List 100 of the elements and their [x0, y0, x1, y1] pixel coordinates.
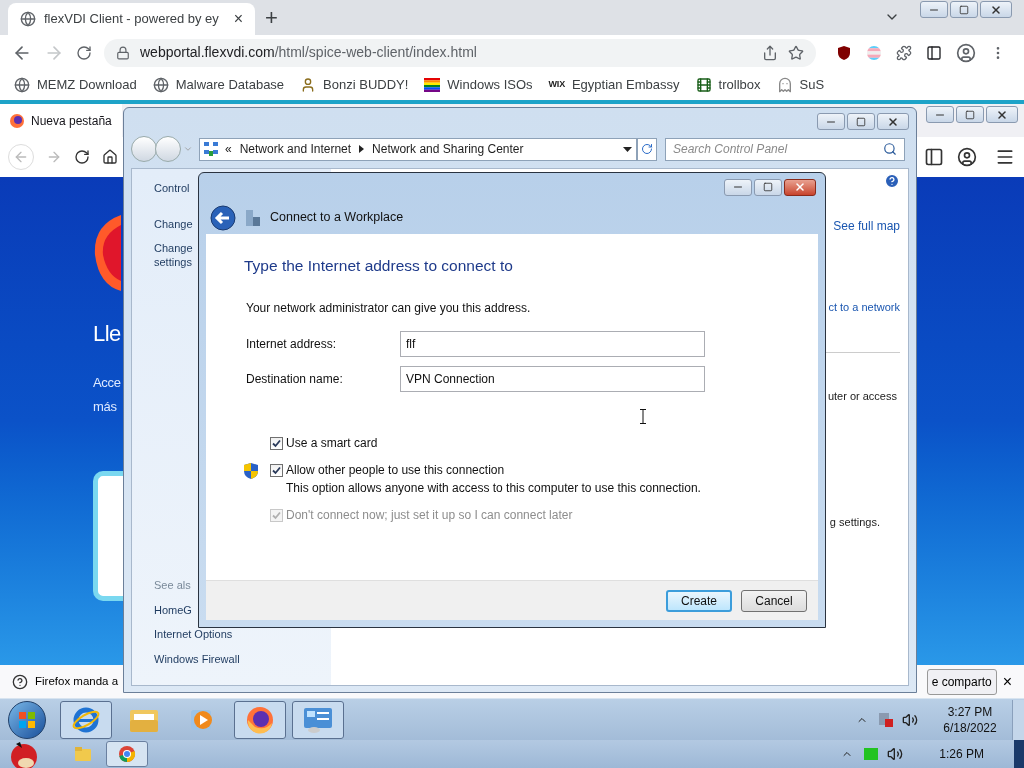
home-icon[interactable] [102, 149, 118, 165]
close-button[interactable] [980, 1, 1012, 18]
ghost-icon [776, 77, 793, 93]
sidebar-icon[interactable] [924, 147, 944, 167]
minimize-button[interactable] [926, 106, 954, 123]
start-button[interactable] [8, 700, 46, 739]
close-button[interactable] [986, 106, 1018, 123]
network-warning-icon[interactable] [878, 711, 894, 728]
bookmark[interactable]: MEMZ Download [14, 75, 137, 95]
maximize-button[interactable] [950, 1, 978, 18]
clock[interactable]: 1:26 PM [939, 745, 984, 763]
url-text: webportal.flexvdi.com/html/spice-web-client/index.html [140, 43, 478, 62]
minimize-button[interactable] [724, 178, 752, 196]
close-icon [887, 115, 899, 128]
browser-tab[interactable]: flexVDI Client - powered by ey × [8, 3, 255, 35]
address-bar[interactable]: « Network and Internet Network and Sharing Center [199, 137, 637, 161]
windows-logo-icon [18, 710, 36, 729]
menu-icon[interactable] [995, 147, 1015, 167]
bookmark[interactable]: Windows ISOs [424, 75, 533, 95]
close-button[interactable]: × [1002, 669, 1012, 694]
bookmark[interactable]: WIX Egyptian Embassy [548, 75, 680, 95]
taskbar-button[interactable] [292, 700, 344, 739]
globe-icon [20, 11, 36, 27]
minimize-button[interactable] [817, 113, 845, 130]
task-link[interactable]: Control [154, 181, 190, 195]
bookmark[interactable]: trollbox [695, 75, 761, 95]
help-icon[interactable] [884, 173, 900, 189]
dialog-button[interactable]: Create [666, 589, 732, 612]
reload-icon[interactable] [76, 44, 92, 61]
section-text: g settings. [829, 515, 880, 530]
globe-icon [14, 77, 30, 93]
text-cursor-icon [640, 409, 646, 424]
account-icon[interactable] [957, 147, 977, 167]
bookmark[interactable]: Malware Database [152, 75, 285, 95]
refresh-icon [641, 143, 653, 155]
dialog-button[interactable]: Cancel [741, 589, 807, 612]
checkbox[interactable] [270, 464, 283, 478]
volume-icon[interactable] [887, 746, 904, 762]
task-link[interactable]: Change [154, 217, 193, 231]
tab-close-button[interactable]: × [233, 7, 243, 31]
clock[interactable]: 3:27 PM 6/18/2022 [938, 703, 1002, 736]
option-label: Use a smart card [286, 436, 378, 452]
breadcrumb-item[interactable]: Network and Internet [237, 140, 354, 158]
input-field[interactable]: VPN Connection [400, 366, 705, 393]
page-heading: Lle [93, 323, 121, 345]
share-icon[interactable] [762, 44, 778, 61]
lock-icon [116, 45, 130, 60]
tab-title: flexVDI Client - powered by ey [44, 10, 220, 29]
close-icon [990, 3, 1002, 16]
maximize-button[interactable] [956, 106, 984, 123]
bookmark[interactable]: Bonzi BUDDY! [300, 75, 409, 95]
fox-logo-icon [93, 215, 121, 291]
taskbar-button[interactable] [106, 741, 148, 767]
dialog-title: Connect to a Workplace [270, 209, 404, 227]
shield-extension-icon[interactable] [836, 44, 852, 61]
maximize-button[interactable] [847, 113, 875, 130]
checkbox[interactable] [270, 437, 283, 451]
breadcrumb-overflow[interactable]: « [225, 140, 232, 158]
input-field[interactable]: flf [400, 331, 705, 358]
back-icon [13, 149, 29, 165]
control-panel-icon [302, 705, 334, 734]
dropdown-arrow-icon[interactable] [623, 146, 632, 152]
fox-globe-icon [245, 704, 275, 735]
share-button[interactable]: e comparto [926, 668, 997, 695]
reload-icon[interactable] [74, 149, 90, 165]
profile-icon[interactable] [956, 42, 976, 63]
see-also-link[interactable]: Internet Options [154, 626, 233, 643]
search-field[interactable]: Search Control Panel [665, 137, 905, 161]
address-bar[interactable]: webportal.flexvdi.com/html/spice-web-client/index.html [104, 38, 816, 67]
back-button[interactable] [210, 204, 236, 231]
refresh-button[interactable] [637, 137, 657, 161]
maximize-icon [856, 116, 866, 127]
building-icon [245, 208, 261, 227]
connect-link[interactable]: ct to a network [828, 299, 900, 316]
intro-text: Your network administrator can give you this address. [246, 300, 532, 318]
bookmark[interactable]: SuS [776, 75, 825, 95]
globe-icon [152, 77, 169, 93]
dialog-heading: Type the Internet address to connect to [244, 256, 514, 276]
new-tab-button[interactable]: + [265, 7, 278, 29]
maximize-button[interactable] [754, 178, 782, 196]
browser-tab[interactable]: Nueva pestaña [0, 104, 122, 137]
minimize-button[interactable] [920, 1, 948, 18]
bookmark-star-icon[interactable] [788, 44, 804, 61]
breadcrumb-item[interactable]: Network and Sharing Center [370, 140, 526, 158]
page-text: más [93, 398, 117, 416]
taskbar-button[interactable] [234, 700, 286, 739]
task-link[interactable]: Change settings [154, 241, 193, 269]
extensions-icon[interactable] [896, 44, 912, 61]
shield-icon [244, 463, 258, 480]
see-also-link[interactable]: Windows Firewall [154, 650, 240, 667]
taskbar-button[interactable] [60, 700, 112, 739]
close-button[interactable] [784, 178, 816, 196]
see-full-map-link[interactable]: See full map [833, 217, 900, 235]
volume-icon[interactable] [902, 711, 918, 728]
maximize-icon [959, 4, 969, 15]
see-also-link[interactable]: HomeG [154, 601, 192, 618]
close-button[interactable] [877, 113, 909, 130]
side-panel-icon[interactable] [926, 44, 942, 61]
network-icon [203, 141, 219, 157]
section-text: uter or access [827, 388, 897, 404]
